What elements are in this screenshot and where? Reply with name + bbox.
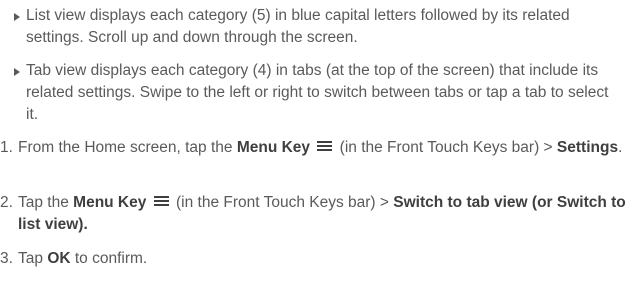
bullet-text: List view displays each category (5) in …	[26, 7, 570, 46]
bullet-text: Tab view displays each category (4) in t…	[26, 62, 609, 123]
step-number: 1.	[0, 139, 13, 156]
menu-key-label: Menu Key	[236, 139, 311, 156]
step-1: 1. From the Home screen, tap the Menu Ke…	[0, 137, 630, 159]
step-text-part: .	[618, 139, 623, 156]
step-number: 3.	[0, 250, 13, 267]
settings-label: Settings	[556, 139, 619, 156]
menu-key-icon	[153, 195, 169, 208]
step-text: From the Home screen, tap the Menu Key (…	[18, 137, 630, 159]
bullet-list-view: List view displays each category (5) in …	[10, 5, 610, 49]
step-number: 2.	[0, 194, 13, 211]
menu-key-label: Menu Key	[73, 194, 147, 211]
step-text-part: to confirm.	[70, 250, 148, 267]
menu-key-icon	[317, 140, 333, 153]
right-triangle-bullet-icon	[14, 13, 20, 21]
step-text-part: (in the Front Touch Keys bar) >	[171, 194, 394, 211]
step-2: 2. Tap the Menu Key (in the Front Touch …	[0, 192, 630, 236]
step-3: 3. Tap OK to confirm.	[0, 248, 630, 270]
step-text-part: From the Home screen, tap the	[18, 139, 237, 156]
step-text-part: (in the Front Touch Keys bar) >	[335, 139, 557, 156]
step-text: Tap the Menu Key (in the Front Touch Key…	[18, 192, 630, 236]
right-triangle-bullet-icon	[14, 68, 20, 76]
ok-label: OK	[47, 250, 71, 267]
step-text-part: Tap	[18, 250, 48, 267]
bullet-tab-view: Tab view displays each category (4) in t…	[10, 60, 610, 126]
document-page: List view displays each category (5) in …	[0, 0, 633, 282]
step-text-part: Tap the	[18, 194, 74, 211]
step-text: Tap OK to confirm.	[18, 248, 630, 270]
